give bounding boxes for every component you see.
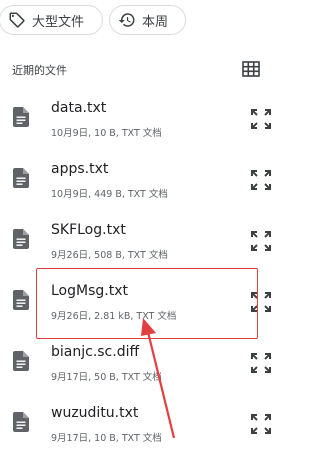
- document-icon: [13, 351, 29, 371]
- file-name: apps.txt: [51, 161, 109, 177]
- filter-chips: 大型文件 本周: [0, 0, 290, 50]
- file-meta: 9月26日, 2.81 kB, TXT 文档: [51, 311, 177, 322]
- file-name: wuzuditu.txt: [51, 405, 139, 421]
- history-icon: [118, 13, 135, 27]
- document-icon: [13, 412, 29, 432]
- file-name: bianjc.sc.diff: [51, 344, 140, 360]
- file-meta: 9月17日, 10 B, TXT 文档: [51, 433, 162, 444]
- expand-icon[interactable]: [250, 413, 272, 435]
- expand-icon[interactable]: [250, 169, 272, 191]
- file-row-logmsg[interactable]: LogMsg.txt 9月26日, 2.81 kB, TXT 文档: [0, 271, 290, 332]
- this-week-chip[interactable]: 本周: [109, 5, 186, 35]
- document-icon: [13, 168, 29, 188]
- tag-icon: [9, 12, 25, 28]
- expand-icon[interactable]: [250, 230, 272, 252]
- recent-files-title: 近期的文件: [12, 64, 67, 77]
- document-icon: [13, 290, 29, 310]
- large-files-label: 大型文件: [32, 14, 85, 30]
- file-meta: 10月9日, 10 B, TXT 文档: [51, 128, 162, 139]
- grid-view-icon[interactable]: [242, 61, 260, 77]
- file-row[interactable]: wuzuditu.txt 9月17日, 10 B, TXT 文档: [0, 393, 290, 454]
- file-name: LogMsg.txt: [51, 283, 128, 299]
- file-row[interactable]: apps.txt 10月9日, 449 B, TXT 文档: [0, 149, 290, 210]
- file-meta: 9月17日, 50 B, TXT 文档: [51, 372, 162, 383]
- document-icon: [13, 107, 29, 127]
- expand-icon[interactable]: [250, 352, 272, 374]
- expand-icon[interactable]: [250, 108, 272, 130]
- file-meta: 9月26日, 508 B, TXT 文档: [51, 250, 168, 261]
- file-name: SKFLog.txt: [51, 222, 126, 238]
- file-row[interactable]: SKFLog.txt 9月26日, 508 B, TXT 文档: [0, 210, 290, 271]
- document-icon: [13, 229, 29, 249]
- file-meta: 10月9日, 449 B, TXT 文档: [51, 189, 168, 200]
- file-row[interactable]: data.txt 10月9日, 10 B, TXT 文档: [0, 88, 290, 149]
- expand-icon[interactable]: [250, 291, 272, 313]
- this-week-label: 本周: [142, 14, 169, 30]
- file-name: data.txt: [51, 100, 107, 116]
- large-files-chip[interactable]: 大型文件: [0, 5, 103, 35]
- file-row[interactable]: bianjc.sc.diff 9月17日, 50 B, TXT 文档: [0, 332, 290, 393]
